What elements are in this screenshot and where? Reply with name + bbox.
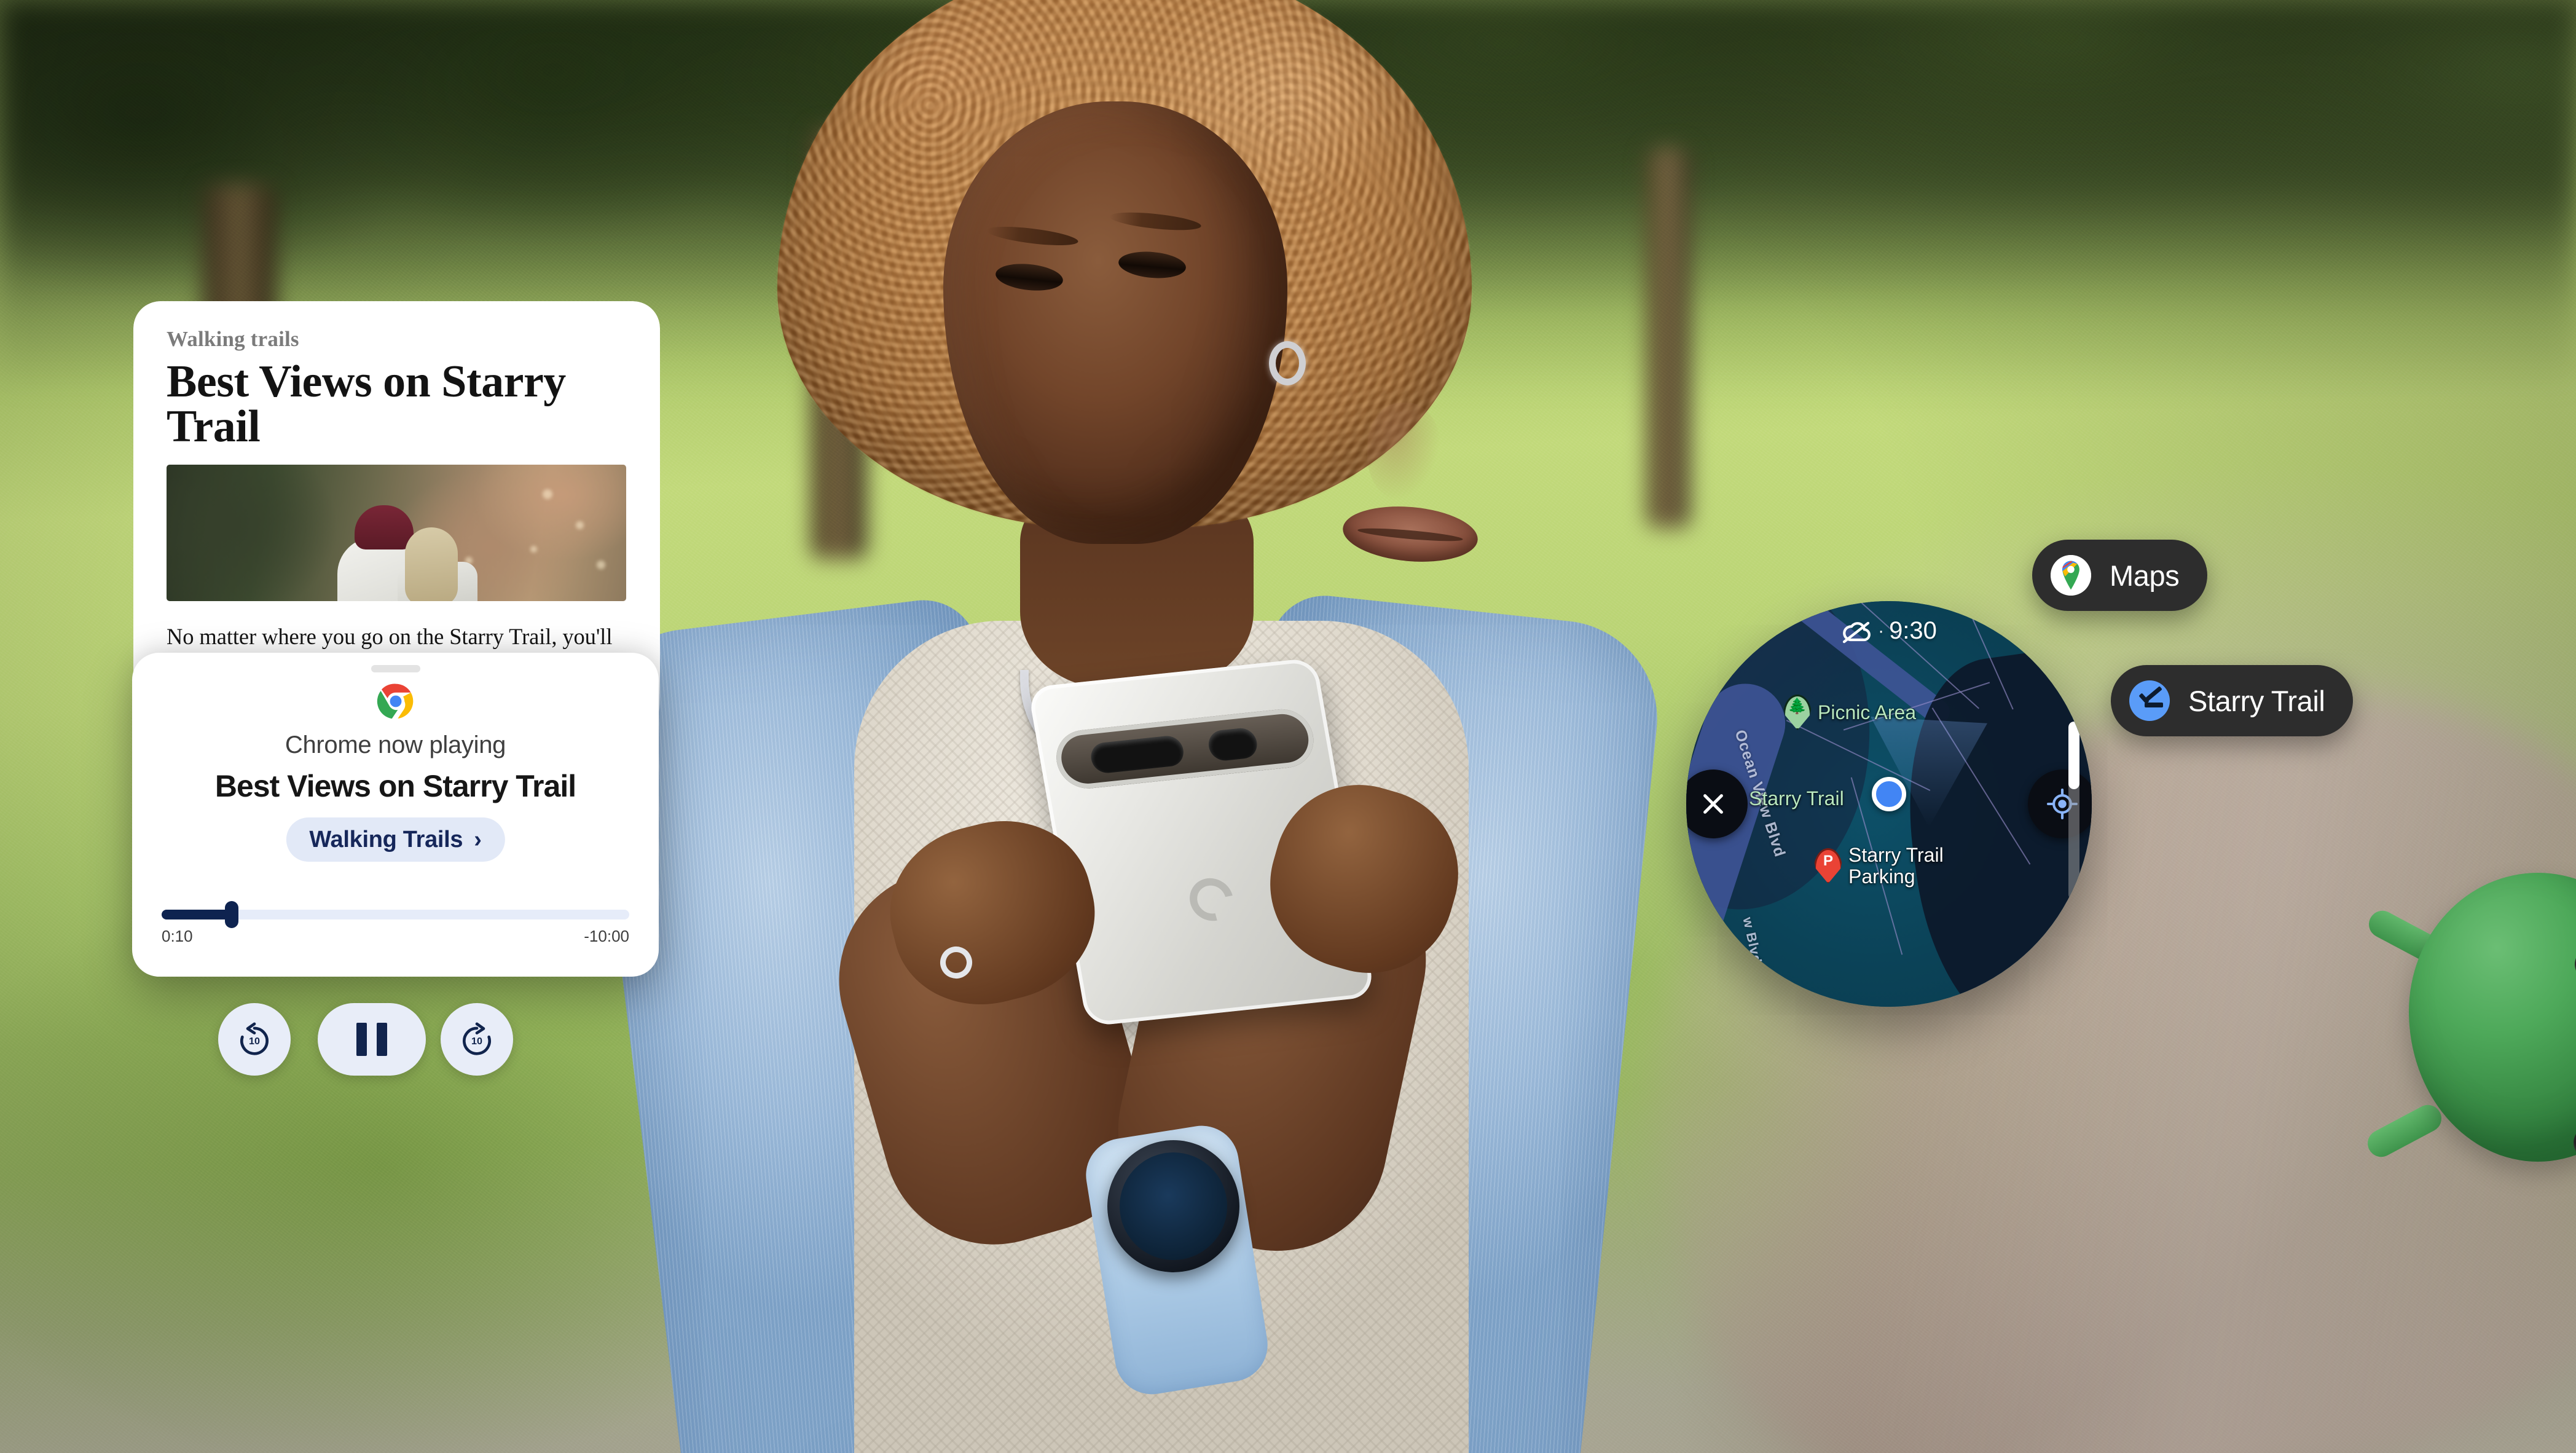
progress-fill xyxy=(162,910,232,919)
rewind-10-button[interactable]: 10 xyxy=(218,1003,291,1076)
app-pill-maps[interactable]: Maps xyxy=(2032,540,2208,611)
google-maps-icon xyxy=(2051,555,2091,596)
android-antenna xyxy=(2363,1100,2446,1162)
article-kicker: Walking trails xyxy=(167,327,299,351)
svg-text:10: 10 xyxy=(249,1036,260,1047)
drag-handle[interactable] xyxy=(371,665,420,672)
pause-button[interactable] xyxy=(318,1003,426,1076)
watch-scrollbar[interactable] xyxy=(2068,722,2079,900)
road-label-secondary: w Blvd xyxy=(1740,916,1765,966)
parking-pin-icon: P xyxy=(1814,848,1842,884)
person-photo xyxy=(581,0,1667,1453)
bokeh-light xyxy=(597,561,605,570)
android-eye xyxy=(2574,1124,2576,1162)
progress-slider[interactable] xyxy=(162,901,629,928)
chevron-right-icon: › xyxy=(474,827,482,853)
source-chip-label: Walking Trails xyxy=(309,826,463,853)
progress-times: 0:10 -10:00 xyxy=(162,927,629,946)
camera-bar xyxy=(1051,706,1318,792)
app-pill-label: Starry Trail xyxy=(2188,684,2325,717)
source-chip-button[interactable]: Walking Trails › xyxy=(286,817,505,862)
tree-pin-icon: 🌲 xyxy=(1783,695,1812,730)
watch-time: 9:30 xyxy=(1889,617,1937,644)
face xyxy=(943,101,1480,567)
app-pill-label: Maps xyxy=(2110,559,2180,592)
pause-icon xyxy=(356,1023,387,1056)
poi-label: Picnic Area xyxy=(1818,701,1917,723)
app-pill-starry-trail[interactable]: Starry Trail xyxy=(2111,665,2354,736)
remaining-time: -10:00 xyxy=(584,927,629,945)
track-title: Best Views on Starry Trail xyxy=(214,769,576,803)
hero-blonde-hair xyxy=(405,527,458,602)
elapsed-time: 0:10 xyxy=(162,927,193,945)
watch-status-bar: · 9:30 xyxy=(1686,617,2092,645)
camera-lens xyxy=(1206,726,1260,762)
bokeh-light xyxy=(543,489,552,500)
svg-text:10: 10 xyxy=(471,1036,482,1047)
android-mascot xyxy=(2354,873,2576,1217)
lips xyxy=(1340,501,1480,567)
article-hero-image xyxy=(167,465,626,602)
bokeh-light xyxy=(576,521,584,530)
poi-label: Starry Trail Parking xyxy=(1848,844,1944,888)
article-headline: Best Views on Starry Trail xyxy=(167,356,566,452)
scene-root: Walking trails Best Views on Starry Trai… xyxy=(0,0,2576,1453)
camera-lens xyxy=(1088,734,1186,774)
recenter-button[interactable] xyxy=(2028,770,2092,838)
progress-knob[interactable] xyxy=(225,901,239,928)
map-poi-starry-trail-parking[interactable]: P Starry Trail Parking xyxy=(1814,845,1944,887)
hero-couple xyxy=(319,505,503,602)
tasks-check-icon xyxy=(2129,680,2170,721)
poi-label: Starry Trail xyxy=(1749,787,1844,809)
map-poi-picnic-area[interactable]: 🌲 Picnic Area xyxy=(1783,695,1916,730)
checkmark-glyph xyxy=(2137,690,2163,711)
status-separator: · xyxy=(1878,620,1885,641)
wrist-watch xyxy=(1107,1140,1239,1272)
user-location-dot xyxy=(1872,777,1906,811)
bokeh-light xyxy=(530,546,537,553)
media-player-card[interactable]: Chrome now playing Best Views on Starry … xyxy=(132,653,659,977)
cloud-off-icon xyxy=(1841,619,1873,644)
hoop-earring xyxy=(1269,341,1306,385)
smartwatch-face[interactable]: Ocean View Blvd w Blvd · 9:30 🌲 Picnic A… xyxy=(1686,601,2092,1007)
forward-10-button[interactable]: 10 xyxy=(441,1003,513,1076)
chrome-icon xyxy=(377,682,415,720)
transport-controls: 10 10 xyxy=(218,1003,525,1077)
nose xyxy=(1367,403,1441,501)
google-logo xyxy=(1182,870,1241,929)
now-playing-status: Chrome now playing xyxy=(285,731,506,758)
hero-beanie xyxy=(355,505,414,550)
